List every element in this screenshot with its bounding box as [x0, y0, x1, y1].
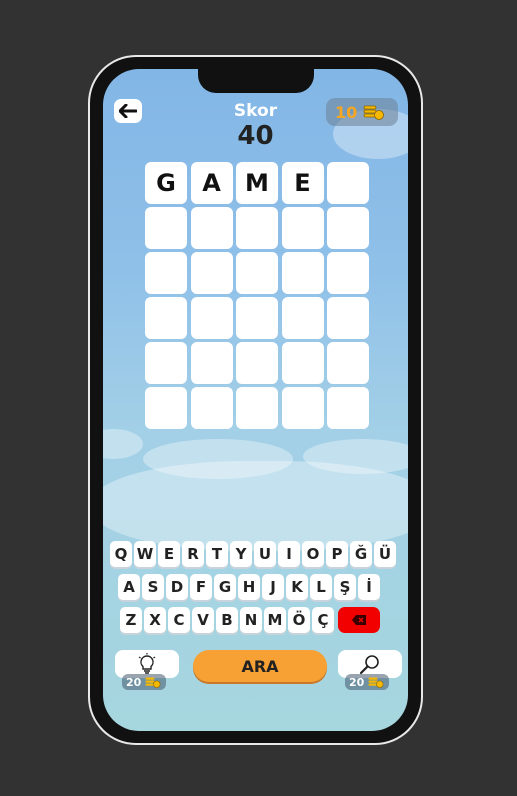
keyboard-key[interactable]: I: [278, 541, 300, 567]
board-cell: [236, 207, 278, 249]
board-cell: [281, 207, 324, 249]
board-cell: [236, 342, 278, 384]
keyboard-key[interactable]: E: [158, 541, 180, 567]
board-cell: E: [281, 162, 324, 204]
keyboard-key[interactable]: Ş: [334, 574, 356, 600]
hint-price: 20: [122, 674, 167, 690]
keyboard-key[interactable]: Ö: [288, 607, 310, 633]
board-cell: [236, 297, 278, 339]
keyboard-key[interactable]: S: [142, 574, 164, 600]
keyboard-key[interactable]: Ç: [312, 607, 334, 633]
board-cell: [190, 252, 233, 294]
board-cell: [145, 387, 187, 429]
coin-count: 10: [335, 102, 358, 122]
keyboard-key[interactable]: O: [302, 541, 324, 567]
coin-balance: 10: [326, 98, 398, 126]
board-cell: [145, 207, 187, 249]
board-cell: [327, 207, 369, 249]
hint-price-value: 20: [126, 675, 142, 689]
coin-stack-icon: [363, 105, 385, 120]
coin-stack-icon: [145, 677, 161, 688]
reveal-price: 20: [345, 674, 390, 690]
keyboard-key[interactable]: N: [240, 607, 262, 633]
magnifier-icon: [359, 655, 379, 675]
keyboard-key[interactable]: C: [168, 607, 190, 633]
search-word-button[interactable]: ARA: [193, 650, 327, 682]
keyboard-row-1: QWERTYUIOPĞÜ: [110, 541, 396, 567]
keyboard-key[interactable]: B: [216, 607, 238, 633]
board-cell: [145, 297, 187, 339]
keyboard-key[interactable]: P: [326, 541, 348, 567]
keyboard-row-3: ZXCVBNMÖÇ: [120, 607, 380, 633]
cloud-decoration: [103, 429, 143, 459]
reveal-price-value: 20: [349, 675, 365, 689]
board-cell: [190, 387, 233, 429]
keyboard-key[interactable]: K: [286, 574, 308, 600]
board-cell: [190, 342, 233, 384]
delete-key[interactable]: [338, 607, 380, 633]
board-cell: G: [145, 162, 187, 204]
keyboard-key[interactable]: Ü: [374, 541, 396, 567]
keyboard-key[interactable]: M: [264, 607, 286, 633]
keyboard-key[interactable]: H: [238, 574, 260, 600]
board-cell: [190, 297, 233, 339]
keyboard-key[interactable]: J: [262, 574, 284, 600]
keyboard-key[interactable]: Z: [120, 607, 142, 633]
board-cell: [236, 387, 278, 429]
board-cell: [281, 342, 324, 384]
keyboard-key[interactable]: U: [254, 541, 276, 567]
keyboard-key[interactable]: İ: [358, 574, 380, 600]
board-cell: [236, 252, 278, 294]
board-cell: [327, 342, 369, 384]
keyboard-key[interactable]: F: [190, 574, 212, 600]
keyboard-key[interactable]: D: [166, 574, 188, 600]
board-cell: [281, 387, 324, 429]
cloud-decoration: [103, 461, 408, 551]
coin-stack-icon: [368, 677, 384, 688]
board-cell: [145, 342, 187, 384]
keyboard-key[interactable]: R: [182, 541, 204, 567]
board-cell: [327, 162, 369, 204]
keyboard-key[interactable]: T: [206, 541, 228, 567]
keyboard-key[interactable]: Y: [230, 541, 252, 567]
board-cell: [281, 252, 324, 294]
board-cell: [145, 252, 187, 294]
board-cell: A: [190, 162, 233, 204]
keyboard-key[interactable]: Q: [110, 541, 132, 567]
board-cell: [327, 387, 369, 429]
keyboard-key[interactable]: W: [134, 541, 156, 567]
board-cell: [281, 297, 324, 339]
keyboard-key[interactable]: Ğ: [350, 541, 372, 567]
board-cell: [327, 252, 369, 294]
game-screen: Skor 40 10 GAME QWERTYUIOPĞÜ ASDFGHJKLŞİ…: [103, 69, 408, 731]
keyboard-key[interactable]: A: [118, 574, 140, 600]
board-cell: M: [236, 162, 278, 204]
board-cell: [190, 207, 233, 249]
backspace-icon: [352, 615, 366, 625]
keyboard-key[interactable]: X: [144, 607, 166, 633]
lightbulb-icon: [138, 653, 156, 674]
word-board: GAME: [145, 162, 369, 429]
keyboard-key[interactable]: L: [310, 574, 332, 600]
keyboard-row-2: ASDFGHJKLŞİ: [118, 574, 380, 600]
phone-notch: [198, 69, 314, 93]
board-cell: [327, 297, 369, 339]
keyboard-key[interactable]: G: [214, 574, 236, 600]
keyboard-key[interactable]: V: [192, 607, 214, 633]
